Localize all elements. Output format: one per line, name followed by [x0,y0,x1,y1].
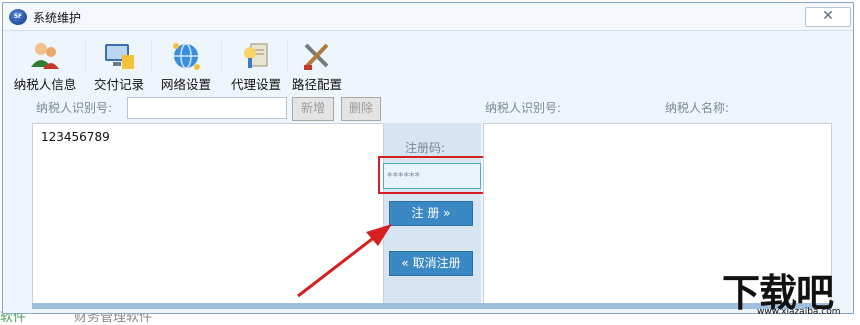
toolbar-taxpayer-info[interactable]: 纳税人信息 [9,39,81,93]
registration-code-label: 注册码: [405,141,446,155]
delete-button[interactable]: 删除 [341,97,381,121]
list-item[interactable]: 123456789 [41,130,110,144]
window-title: 系统维护 [33,11,82,25]
watermark-url: www.xiazaiba.com [757,307,841,317]
close-button[interactable]: ✕ [805,7,851,27]
status-strip [32,303,832,309]
toolbar-delivery-record[interactable]: 交付记录 [89,39,149,93]
toolbar-label: 网络设置 [160,77,211,92]
right-col1-header: 纳税人识别号: [485,101,562,115]
toolbar-label: 路径配置 [291,77,342,92]
toolbar-label: 纳税人信息 [13,77,77,92]
proxy-pen-icon [244,43,268,68]
toolbar-divider [221,41,222,71]
add-button[interactable]: 新增 [292,97,334,121]
users-icon [31,43,59,69]
toolbar-divider [151,41,152,71]
highlight-box [378,156,488,194]
toolbar-divider [85,41,86,71]
toolbar-proxy-settings[interactable]: 代理设置 [225,39,287,93]
title-bar: 5F 系统维护 ✕ [3,3,853,31]
right-col2-header: 纳税人名称: [665,101,730,115]
taxid-label: 纳税人识别号: [36,101,113,115]
taxid-column[interactable] [483,123,665,307]
toolbar-label: 交付记录 [93,77,144,92]
toolbar-network-settings[interactable]: 网络设置 [155,39,217,93]
toolbar-divider [287,41,288,71]
register-button[interactable]: 注 册 » [389,201,473,226]
app-logo-icon: 5F [9,9,27,25]
taxpayer-list[interactable]: 123456789 [32,123,384,307]
taxid-input[interactable] [127,97,287,119]
unregister-button[interactable]: « 取消注册 [389,251,473,276]
tools-path-icon [304,43,329,70]
computer-record-icon [105,44,134,69]
toolbar-path-config[interactable]: 路径配置 [289,39,345,93]
toolbar-label: 代理设置 [230,77,281,92]
globe-network-icon [173,43,200,70]
